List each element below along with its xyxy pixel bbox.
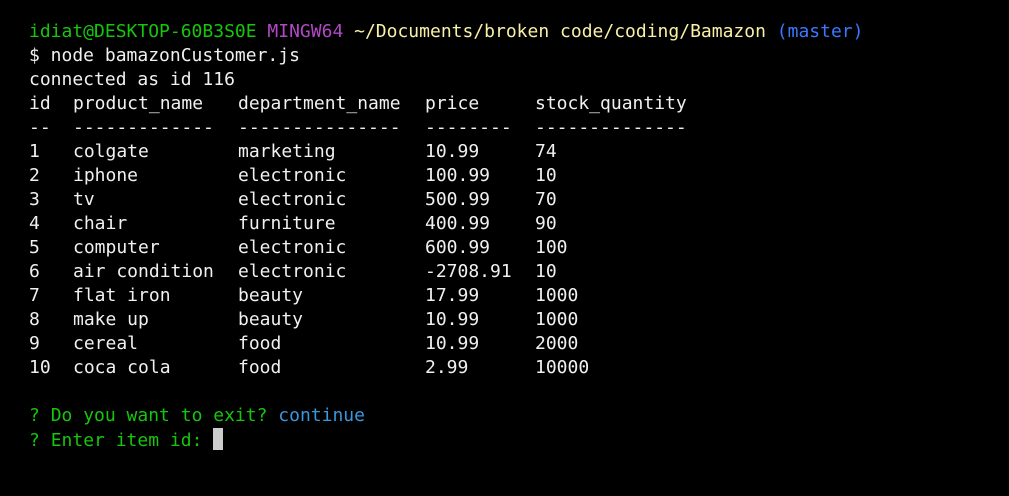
cell-product-name: colgate xyxy=(73,141,149,162)
table-row: 5 computer electronic 600.99 100 xyxy=(29,236,1009,260)
cell-price: 10.99 xyxy=(425,333,480,354)
cell-department-name: marketing xyxy=(238,141,336,162)
cell-product-name: chair xyxy=(73,213,128,234)
exit-question-answer: continue xyxy=(278,405,365,426)
cell-stock-quantity: 10 xyxy=(535,165,557,186)
separator-department-name: --------------- xyxy=(238,117,401,138)
cell-product-name: coca cola xyxy=(73,357,171,378)
separator-id: -- xyxy=(29,117,51,138)
cell-department-name: food xyxy=(238,333,282,354)
cell-id: 6 xyxy=(29,261,40,282)
prompt-env: MINGW64 xyxy=(267,21,344,42)
command-line: $ node bamazonCustomer.js xyxy=(29,45,300,66)
cell-id: 10 xyxy=(29,357,51,378)
table-row: 2 iphone electronic 100.99 10 xyxy=(29,164,1009,188)
connection-message: connected as id 116 xyxy=(29,69,235,90)
item-id-question: ? Enter item id: xyxy=(29,428,1009,452)
cell-price: 10.99 xyxy=(425,309,480,330)
cell-stock-quantity: 90 xyxy=(535,213,557,234)
header-department-name: department_name xyxy=(238,93,401,114)
cell-product-name: flat iron xyxy=(73,285,171,306)
cell-product-name: tv xyxy=(73,189,95,210)
cell-stock-quantity: 100 xyxy=(535,237,568,258)
cell-price: 400.99 xyxy=(425,213,491,234)
cell-department-name: beauty xyxy=(238,309,304,330)
table-row: 4 chair furniture 400.99 90 xyxy=(29,212,1009,236)
cell-department-name: electronic xyxy=(238,261,347,282)
separator-price: -------- xyxy=(425,117,512,138)
header-id: id xyxy=(29,93,51,114)
exit-question-text: Do you want to exit? xyxy=(50,405,268,426)
cell-product-name: make up xyxy=(73,309,149,330)
table-row: 10 coca cola food 2.99 10000 xyxy=(29,356,1009,380)
prompt-branch: (master) xyxy=(776,21,864,42)
table-row: 6 air condition electronic -2708.91 10 xyxy=(29,260,1009,284)
cell-stock-quantity: 70 xyxy=(535,189,557,210)
cell-price: 2.99 xyxy=(425,357,469,378)
cell-stock-quantity: 10000 xyxy=(535,357,590,378)
cell-department-name: food xyxy=(238,357,282,378)
item-id-question-text: Enter item id: xyxy=(50,430,203,451)
table-separator: -- ------------- --------------- -------- --… xyxy=(29,116,1009,140)
question-mark-icon: ? xyxy=(29,405,40,426)
cell-id: 5 xyxy=(29,237,40,258)
cell-stock-quantity: 74 xyxy=(535,141,557,162)
header-price: price xyxy=(425,93,480,114)
cell-department-name: beauty xyxy=(238,285,304,306)
cell-id: 7 xyxy=(29,285,40,306)
cell-price: -2708.91 xyxy=(425,261,512,282)
text-cursor xyxy=(213,428,224,450)
terminal-window[interactable]: idiat@DESKTOP-60B3S0E MINGW64 ~/Document… xyxy=(0,0,1009,496)
table-row: 7 flat iron beauty 17.99 1000 xyxy=(29,284,1009,308)
cell-id: 1 xyxy=(29,141,40,162)
cell-price: 600.99 xyxy=(425,237,491,258)
exit-question: ? Do you want to exit? continue xyxy=(29,404,1009,428)
cell-price: 10.99 xyxy=(425,141,480,162)
table-row: 9 cereal food 10.99 2000 xyxy=(29,332,1009,356)
table-row: 8 make up beauty 10.99 1000 xyxy=(29,308,1009,332)
cell-id: 4 xyxy=(29,213,40,234)
table-header: id product_name department_name price stock_… xyxy=(29,92,1009,116)
cell-id: 8 xyxy=(29,309,40,330)
question-mark-icon: ? xyxy=(29,430,40,451)
cell-price: 500.99 xyxy=(425,189,491,210)
cell-stock-quantity: 10 xyxy=(535,261,557,282)
prompt-path: ~/Documents/broken code/coding/Bamazon xyxy=(354,21,766,42)
cell-product-name: cereal xyxy=(73,333,139,354)
separator-stock-quantity: -------------- xyxy=(535,117,687,138)
cell-department-name: furniture xyxy=(238,213,336,234)
shell-prompt: idiat@DESKTOP-60B3S0E MINGW64 ~/Document… xyxy=(29,20,1009,44)
table-row: 1 colgate marketing 10.99 74 xyxy=(29,140,1009,164)
header-product-name: product_name xyxy=(73,93,204,114)
cell-product-name: computer xyxy=(73,237,160,258)
cell-department-name: electronic xyxy=(238,165,347,186)
cell-product-name: air condition xyxy=(73,261,214,282)
cell-stock-quantity: 1000 xyxy=(535,309,579,330)
cell-department-name: electronic xyxy=(238,189,347,210)
cell-stock-quantity: 1000 xyxy=(535,285,579,306)
cell-id: 3 xyxy=(29,189,40,210)
cell-price: 17.99 xyxy=(425,285,480,306)
cell-stock-quantity: 2000 xyxy=(535,333,579,354)
cell-department-name: electronic xyxy=(238,237,347,258)
cell-product-name: iphone xyxy=(73,165,139,186)
separator-product-name: ------------- xyxy=(73,117,214,138)
prompt-user-host: idiat@DESKTOP-60B3S0E xyxy=(29,21,257,42)
cell-id: 9 xyxy=(29,333,40,354)
cell-id: 2 xyxy=(29,165,40,186)
header-stock-quantity: stock_quantity xyxy=(535,93,687,114)
table-row: 3 tv electronic 500.99 70 xyxy=(29,188,1009,212)
cell-price: 100.99 xyxy=(425,165,491,186)
